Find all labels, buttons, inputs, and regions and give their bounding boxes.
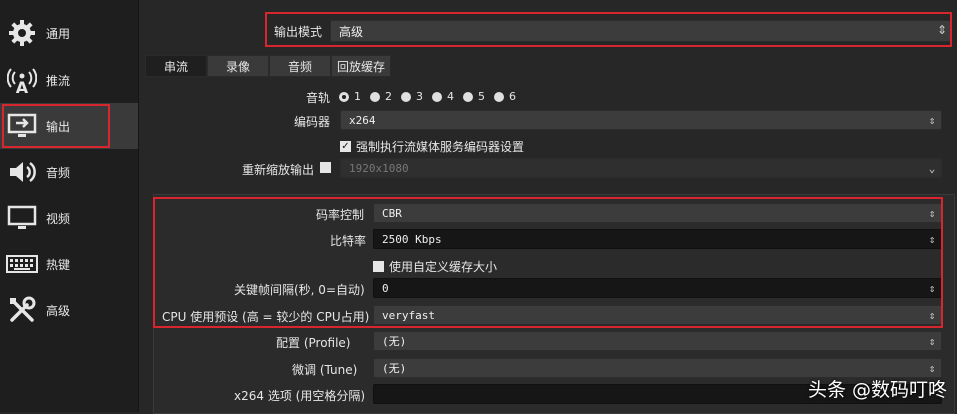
radio-label: 2	[385, 90, 392, 103]
sidebar-item-advanced[interactable]: 高级	[0, 287, 138, 333]
radio-label: 5	[478, 90, 485, 103]
spin-arrows-icon[interactable]: ⇕	[923, 279, 941, 297]
profile-value: (无)	[382, 335, 407, 348]
bitrate-value: 2500 Kbps	[382, 232, 442, 246]
audio-track-radio-3[interactable]: 3	[401, 90, 423, 103]
broadcast-antenna-icon: A	[6, 64, 38, 96]
sidebar-item-stream[interactable]: A 推流	[0, 57, 138, 103]
radio-label: 3	[416, 90, 423, 103]
audio-track-radio-group: 1 2 3 4 5 6	[339, 90, 525, 103]
custom-buffer-label: 使用自定义缓存大小	[389, 260, 498, 274]
rate-control-select[interactable]: CBR ⇕	[373, 203, 942, 223]
audio-track-radio-1[interactable]: 1	[339, 90, 361, 103]
updown-arrow-icon: ⇕	[928, 206, 936, 220]
sidebar-item-label: 输出	[46, 119, 71, 134]
sidebar-item-audio[interactable]: 音频	[0, 149, 138, 195]
rescale-resolution-select[interactable]: 1920x1080 ⌄	[340, 158, 942, 178]
spin-arrows-icon[interactable]: ⇕	[923, 230, 941, 248]
chevron-down-icon: ⌄	[928, 161, 936, 175]
keyframe-interval-spinbox[interactable]: 0 ⇕	[373, 278, 942, 298]
encoder-value: x264	[349, 113, 376, 127]
audio-track-radio-2[interactable]: 2	[370, 90, 392, 103]
sidebar-item-hotkeys[interactable]: 热键	[0, 241, 138, 287]
radio-dot	[401, 91, 411, 102]
profile-label: 配置 (Profile)	[276, 336, 351, 350]
rate-control-label: 码率控制	[316, 208, 365, 222]
sidebar-item-label: 热键	[46, 257, 71, 272]
updown-arrow-icon: ⇕	[928, 334, 936, 348]
cpu-preset-value: veryfast	[382, 308, 435, 322]
encoder-label: 编码器	[294, 115, 331, 129]
radio-dot	[463, 91, 473, 102]
tab-stream[interactable]: 串流	[145, 55, 207, 77]
output-settings-panel: 输出模式 高级 ⇕ 串流 录像 音频 回放缓存 音轨 1 2 3 4 5 6 编…	[140, 0, 957, 414]
tab-label: 录像	[225, 59, 250, 74]
sidebar-item-label: 高级	[46, 303, 71, 318]
bitrate-spinbox[interactable]: 2500 Kbps ⇕	[373, 229, 942, 249]
monitor-icon	[6, 202, 38, 234]
enforce-encoder-label: 强制执行流媒体服务编码器设置	[356, 140, 525, 154]
radio-dot	[432, 91, 442, 102]
custom-buffer-checkbox[interactable]: 使用自定义缓存大小	[373, 258, 497, 275]
sidebar-item-video[interactable]: 视频	[0, 195, 138, 241]
tab-label: 回放缓存	[336, 59, 385, 74]
x264-options-label: x264 选项 (用空格分隔)	[234, 389, 365, 403]
radio-label: 6	[509, 90, 516, 103]
tab-label: 串流	[163, 59, 188, 74]
sidebar-item-label: 音频	[46, 165, 71, 180]
tune-label: 微调 (Tune)	[292, 363, 358, 377]
rate-control-value: CBR	[382, 206, 402, 220]
bitrate-label: 比特率	[330, 234, 367, 248]
audio-track-radio-5[interactable]: 5	[463, 90, 485, 103]
checkbox-checked-icon: ✓	[340, 140, 351, 152]
audio-track-label: 音轨	[306, 91, 331, 105]
updown-arrow-icon: ⇕	[928, 308, 936, 322]
radio-label: 1	[354, 90, 361, 103]
tune-value: (无)	[382, 362, 407, 375]
sidebar-item-general[interactable]: 通用	[0, 10, 138, 56]
keyboard-icon	[6, 248, 38, 280]
sidebar-item-output[interactable]: 输出	[0, 103, 138, 149]
settings-sidebar: 通用 A 推流 输出 音频 视频 热键 高级	[0, 0, 139, 412]
gear-icon	[6, 17, 38, 49]
tab-label: 音频	[287, 59, 312, 74]
keyframe-interval-label: 关键帧间隔(秒, 0=自动)	[234, 283, 365, 297]
cpu-preset-label: CPU 使用预设 (高 = 较少的 CPU占用)	[162, 310, 370, 324]
sidebar-item-label: 推流	[46, 73, 71, 88]
radio-label: 4	[447, 90, 454, 103]
audio-track-radio-4[interactable]: 4	[432, 90, 454, 103]
checkbox-unchecked-icon	[373, 261, 384, 272]
radio-dot	[339, 91, 349, 102]
tab-audio[interactable]: 音频	[269, 55, 331, 77]
audio-track-radio-6[interactable]: 6	[494, 90, 516, 103]
updown-arrow-icon: ⇕	[936, 23, 948, 37]
updown-arrow-icon: ⇕	[928, 113, 936, 127]
watermark-text: 头条 @数码叮咚	[807, 379, 947, 401]
rescale-checkbox[interactable]	[320, 162, 336, 173]
tab-recording[interactable]: 录像	[207, 55, 269, 77]
monitor-output-icon	[6, 110, 38, 142]
speaker-icon	[6, 156, 38, 188]
output-mode-value: 高级	[339, 24, 364, 39]
sidebar-item-label: 通用	[46, 26, 71, 41]
output-mode-select[interactable]: 高级 ⇕	[330, 20, 952, 42]
svg-text:A: A	[16, 78, 29, 95]
profile-select[interactable]: (无) ⇕	[373, 331, 942, 351]
radio-dot	[494, 91, 504, 102]
checkbox-unchecked-icon	[320, 162, 331, 173]
rescale-label: 重新缩放输出	[242, 163, 315, 177]
encoder-select[interactable]: x264 ⇕	[340, 110, 942, 130]
sidebar-item-label: 视频	[46, 211, 71, 226]
tools-icon	[6, 294, 38, 326]
enforce-encoder-checkbox[interactable]: ✓ 强制执行流媒体服务编码器设置	[340, 138, 524, 155]
keyframe-interval-value: 0	[382, 281, 389, 295]
radio-dot	[370, 91, 380, 102]
output-mode-label: 输出模式	[274, 25, 323, 39]
rescale-value: 1920x1080	[349, 161, 409, 175]
tab-replay-buffer[interactable]: 回放缓存	[331, 55, 391, 77]
cpu-preset-select[interactable]: veryfast ⇕	[373, 305, 942, 325]
